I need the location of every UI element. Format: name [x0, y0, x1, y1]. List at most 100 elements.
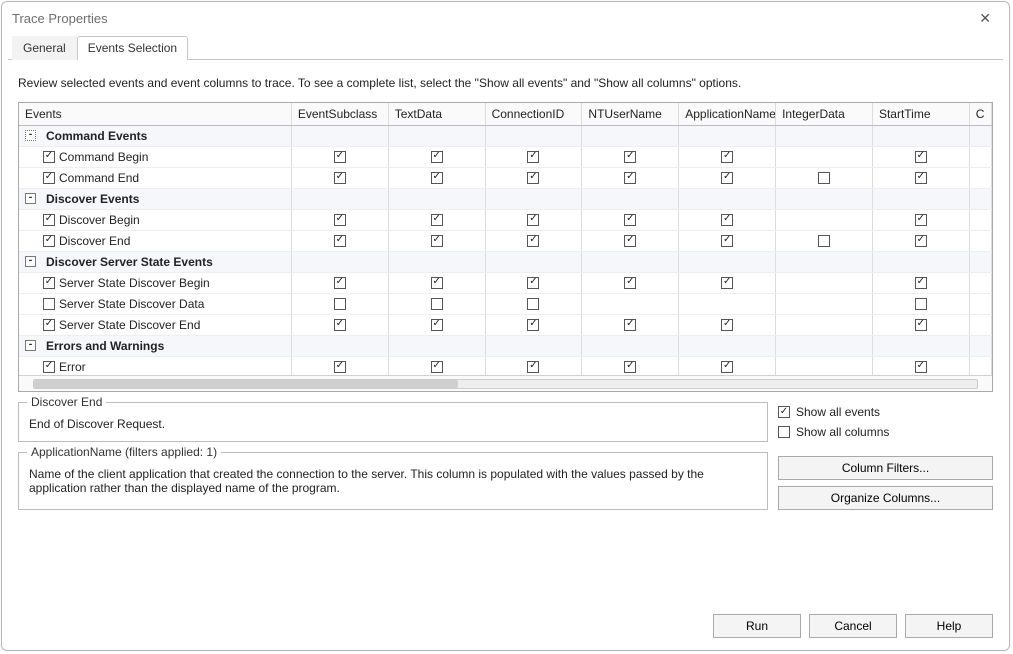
column-checkbox[interactable]	[915, 151, 927, 163]
group-header[interactable]: -Errors and Warnings	[19, 335, 291, 356]
column-checkbox[interactable]	[334, 172, 346, 184]
show-all-events-checkbox[interactable]	[778, 406, 790, 418]
event-select-checkbox[interactable]	[43, 298, 55, 310]
column-header[interactable]: ConnectionID	[485, 103, 582, 125]
column-checkbox[interactable]	[721, 361, 733, 373]
column-checkbox[interactable]	[624, 172, 636, 184]
event-description-box: Discover End End of Discover Request.	[18, 402, 768, 442]
column-checkbox[interactable]	[431, 235, 443, 247]
event-row[interactable]: Discover End	[19, 230, 992, 251]
column-checkbox[interactable]	[721, 151, 733, 163]
column-checkbox[interactable]	[334, 298, 346, 310]
event-row[interactable]: Error	[19, 356, 992, 375]
column-filters-button[interactable]: Column Filters...	[778, 456, 993, 480]
column-checkbox[interactable]	[624, 361, 636, 373]
event-select-checkbox[interactable]	[43, 235, 55, 247]
show-all-columns-checkbox[interactable]	[778, 426, 790, 438]
event-name-label: Error	[59, 360, 86, 374]
column-checkbox[interactable]	[624, 235, 636, 247]
column-checkbox[interactable]	[334, 235, 346, 247]
titlebar: Trace Properties ✕	[2, 2, 1009, 35]
horizontal-scrollbar[interactable]	[19, 375, 992, 391]
grid-scroll[interactable]: EventsEventSubclassTextDataConnectionIDN…	[19, 103, 992, 375]
column-checkbox[interactable]	[334, 151, 346, 163]
column-checkbox[interactable]	[527, 172, 539, 184]
run-button[interactable]: Run	[713, 614, 801, 638]
column-checkbox[interactable]	[527, 214, 539, 226]
dialog-footer: Run Cancel Help	[2, 604, 1009, 650]
column-checkbox[interactable]	[431, 172, 443, 184]
column-header[interactable]: ApplicationName	[679, 103, 776, 125]
column-checkbox[interactable]	[527, 319, 539, 331]
column-checkbox[interactable]	[915, 235, 927, 247]
event-select-checkbox[interactable]	[43, 277, 55, 289]
collapse-toggle-icon[interactable]: -	[25, 130, 36, 141]
event-row[interactable]: Command Begin	[19, 146, 992, 167]
column-header[interactable]: IntegerData	[776, 103, 873, 125]
column-checkbox[interactable]	[721, 172, 733, 184]
collapse-toggle-icon[interactable]: -	[25, 340, 36, 351]
event-select-checkbox[interactable]	[43, 214, 55, 226]
column-checkbox[interactable]	[431, 277, 443, 289]
column-header[interactable]: TextData	[388, 103, 485, 125]
group-header[interactable]: -Discover Events	[19, 188, 291, 209]
column-checkbox[interactable]	[431, 214, 443, 226]
column-checkbox[interactable]	[915, 277, 927, 289]
collapse-toggle-icon[interactable]: -	[25, 256, 36, 267]
column-checkbox[interactable]	[818, 235, 830, 247]
column-checkbox[interactable]	[624, 151, 636, 163]
column-checkbox[interactable]	[431, 151, 443, 163]
event-row[interactable]: Server State Discover Begin	[19, 272, 992, 293]
column-checkbox[interactable]	[915, 214, 927, 226]
column-checkbox[interactable]	[334, 361, 346, 373]
event-row[interactable]: Server State Discover End	[19, 314, 992, 335]
column-checkbox[interactable]	[334, 214, 346, 226]
column-checkbox[interactable]	[431, 319, 443, 331]
column-checkbox[interactable]	[818, 172, 830, 184]
column-checkbox[interactable]	[431, 361, 443, 373]
column-header[interactable]: Events	[19, 103, 291, 125]
event-description-body: End of Discover Request.	[29, 417, 757, 431]
event-name-label: Command Begin	[59, 150, 148, 164]
column-checkbox[interactable]	[915, 298, 927, 310]
column-checkbox[interactable]	[915, 361, 927, 373]
event-select-checkbox[interactable]	[43, 361, 55, 373]
tab-events-selection[interactable]: Events Selection	[77, 36, 188, 60]
column-checkbox[interactable]	[721, 235, 733, 247]
column-checkbox[interactable]	[527, 361, 539, 373]
column-header[interactable]: NTUserName	[582, 103, 679, 125]
event-select-checkbox[interactable]	[43, 151, 55, 163]
column-checkbox[interactable]	[334, 277, 346, 289]
cancel-button[interactable]: Cancel	[809, 614, 897, 638]
column-checkbox[interactable]	[915, 319, 927, 331]
column-checkbox[interactable]	[915, 172, 927, 184]
event-select-checkbox[interactable]	[43, 172, 55, 184]
help-button[interactable]: Help	[905, 614, 993, 638]
event-select-checkbox[interactable]	[43, 319, 55, 331]
organize-columns-button[interactable]: Organize Columns...	[778, 486, 993, 510]
column-header[interactable]: EventSubclass	[291, 103, 388, 125]
column-checkbox[interactable]	[527, 235, 539, 247]
group-header[interactable]: -Discover Server State Events	[19, 251, 291, 272]
close-icon[interactable]: ✕	[973, 8, 997, 29]
column-checkbox[interactable]	[624, 319, 636, 331]
column-checkbox[interactable]	[527, 277, 539, 289]
column-checkbox[interactable]	[334, 319, 346, 331]
collapse-toggle-icon[interactable]: -	[25, 193, 36, 204]
dialog-window: Trace Properties ✕ GeneralEvents Selecti…	[1, 1, 1010, 651]
event-row[interactable]: Discover Begin	[19, 209, 992, 230]
column-checkbox[interactable]	[624, 214, 636, 226]
column-checkbox[interactable]	[624, 277, 636, 289]
tab-general[interactable]: General	[12, 36, 77, 60]
group-header[interactable]: -Command Events	[19, 125, 291, 146]
column-checkbox[interactable]	[527, 151, 539, 163]
column-checkbox[interactable]	[527, 298, 539, 310]
column-header[interactable]: StartTime	[872, 103, 969, 125]
event-row[interactable]: Server State Discover Data	[19, 293, 992, 314]
column-checkbox[interactable]	[721, 277, 733, 289]
column-checkbox[interactable]	[431, 298, 443, 310]
event-row[interactable]: Command End	[19, 167, 992, 188]
column-checkbox[interactable]	[721, 214, 733, 226]
column-checkbox[interactable]	[721, 319, 733, 331]
column-header[interactable]: C	[969, 103, 991, 125]
